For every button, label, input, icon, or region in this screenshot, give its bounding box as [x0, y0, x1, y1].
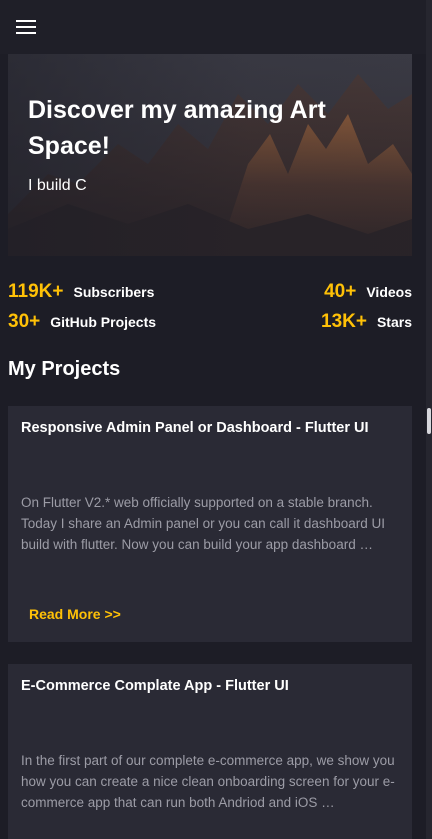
hero-title: Discover my amazing Art Space!: [28, 96, 326, 160]
app-bar: [0, 0, 432, 54]
stat-label: GitHub Projects: [50, 314, 157, 330]
stat-label: Videos: [366, 284, 412, 300]
scrollbar-thumb[interactable]: [427, 408, 431, 434]
stat-value: 30+: [8, 311, 41, 332]
stats-section: 119K+ Subscribers 40+ Videos 30+ GitHub …: [8, 256, 412, 340]
stat-value: 119K+: [8, 281, 64, 302]
stat-videos: 40+ Videos: [324, 281, 412, 303]
project-title: Responsive Admin Panel or Dashboard - Fl…: [21, 420, 369, 436]
project-card: E-Commerce Complate App - Flutter UI In …: [8, 664, 412, 839]
project-card: Responsive Admin Panel or Dashboard - Fl…: [8, 406, 412, 642]
menu-button[interactable]: [12, 14, 40, 40]
project-description: In the first part of our complete e-comm…: [21, 753, 395, 810]
my-projects-heading: My Projects: [8, 358, 121, 380]
stat-value: 40+: [324, 281, 357, 302]
read-more-link[interactable]: Read More >>: [29, 606, 121, 622]
hero-subtitle: I build C: [28, 177, 87, 194]
stat-label: Subscribers: [73, 284, 155, 300]
scrollbar-track[interactable]: [426, 0, 432, 839]
stat-github-projects: 30+ GitHub Projects: [8, 311, 156, 333]
project-title: E-Commerce Complate App - Flutter UI: [21, 678, 289, 694]
stat-value: 13K+: [321, 311, 367, 332]
stat-stars: 13K+ Stars: [321, 311, 412, 333]
main-content: Discover my amazing Art Space! I build C…: [8, 54, 412, 839]
project-description: On Flutter V2.* web officially supported…: [21, 495, 385, 552]
menu-icon: [16, 20, 36, 34]
stat-label: Stars: [376, 314, 412, 330]
hero-banner: Discover my amazing Art Space! I build C: [8, 54, 412, 256]
stat-subscribers: 119K+ Subscribers: [8, 281, 154, 303]
